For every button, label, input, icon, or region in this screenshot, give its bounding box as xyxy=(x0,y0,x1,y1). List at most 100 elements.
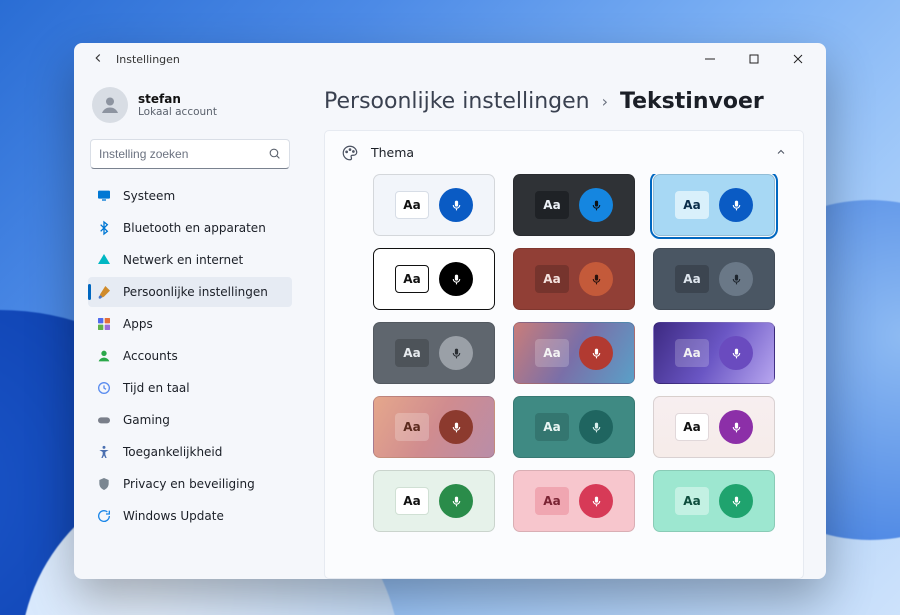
sidebar-item-label: Apps xyxy=(123,317,153,331)
sidebar-item-privacy[interactable]: Privacy en beveiliging xyxy=(88,469,292,499)
theme-swatch-11[interactable]: Aa xyxy=(653,396,775,458)
breadcrumb-current: Tekstinvoer xyxy=(620,89,764,114)
bluetooth-icon xyxy=(96,220,112,236)
theme-swatch-14[interactable]: Aa xyxy=(653,470,775,532)
theme-section-title: Thema xyxy=(371,145,763,160)
mic-icon xyxy=(719,410,753,444)
sidebar-item-label: Privacy en beveiliging xyxy=(123,477,255,491)
sidebar-item-netwerk[interactable]: Netwerk en internet xyxy=(88,245,292,275)
search-box[interactable] xyxy=(90,139,290,169)
settings-window: Instellingen stefan Lokaal account xyxy=(74,43,826,579)
user-subtitle: Lokaal account xyxy=(138,106,217,118)
mic-icon xyxy=(439,262,473,296)
breadcrumb: Persoonlijke instellingen › Tekstinvoer xyxy=(324,89,804,114)
user-profile[interactable]: stefan Lokaal account xyxy=(88,81,292,137)
mic-icon xyxy=(719,262,753,296)
minimize-button[interactable] xyxy=(688,45,732,73)
sidebar-item-apps[interactable]: Apps xyxy=(88,309,292,339)
mic-icon xyxy=(719,484,753,518)
theme-swatch-8[interactable]: Aa xyxy=(653,322,775,384)
sidebar-item-gaming[interactable]: Gaming xyxy=(88,405,292,435)
sidebar-item-tijd[interactable]: Tijd en taal xyxy=(88,373,292,403)
sidebar-item-label: Tijd en taal xyxy=(123,381,190,395)
sidebar-item-label: Toegankelijkheid xyxy=(123,445,222,459)
sidebar-item-label: Gaming xyxy=(123,413,170,427)
mic-icon xyxy=(579,410,613,444)
mic-icon xyxy=(719,336,753,370)
sidebar-item-label: Netwerk en internet xyxy=(123,253,243,267)
aa-chip: Aa xyxy=(535,265,569,293)
back-button[interactable] xyxy=(84,51,112,68)
sidebar-item-update[interactable]: Windows Update xyxy=(88,501,292,531)
aa-chip: Aa xyxy=(535,487,569,515)
theme-swatch-1[interactable]: Aa xyxy=(513,174,635,236)
aa-chip: Aa xyxy=(535,191,569,219)
chevron-up-icon xyxy=(775,143,787,162)
aa-chip: Aa xyxy=(675,339,709,367)
aa-chip: Aa xyxy=(675,487,709,515)
mic-icon xyxy=(439,188,473,222)
sidebar: stefan Lokaal account Systeem Bluetooth e… xyxy=(74,75,302,579)
sidebar-item-label: Persoonlijke instellingen xyxy=(123,285,268,299)
user-name: stefan xyxy=(138,92,217,106)
mic-icon xyxy=(579,484,613,518)
aa-chip: Aa xyxy=(675,413,709,441)
theme-swatch-3[interactable]: Aa xyxy=(373,248,495,310)
clock-icon xyxy=(96,380,112,396)
theme-section: Thema Aa Aa Aa Aa Aa Aa Aa Aa Aa Aa Aa Aa Aa Aa Aa xyxy=(324,130,804,579)
theme-swatch-10[interactable]: Aa xyxy=(513,396,635,458)
apps-icon xyxy=(96,316,112,332)
update-icon xyxy=(96,508,112,524)
mic-icon xyxy=(719,188,753,222)
aa-chip: Aa xyxy=(395,339,429,367)
mic-icon xyxy=(579,262,613,296)
sidebar-item-label: Systeem xyxy=(123,189,175,203)
aa-chip: Aa xyxy=(395,413,429,441)
breadcrumb-parent[interactable]: Persoonlijke instellingen xyxy=(324,89,590,114)
avatar-icon xyxy=(92,87,128,123)
main-content: Persoonlijke instellingen › Tekstinvoer … xyxy=(302,75,826,579)
theme-swatch-4[interactable]: Aa xyxy=(513,248,635,310)
access-icon xyxy=(96,444,112,460)
sidebar-item-label: Accounts xyxy=(123,349,178,363)
close-button[interactable] xyxy=(776,45,820,73)
brush-icon xyxy=(96,284,112,300)
maximize-button[interactable] xyxy=(732,45,776,73)
mic-icon xyxy=(439,410,473,444)
shield-icon xyxy=(96,476,112,492)
theme-swatch-12[interactable]: Aa xyxy=(373,470,495,532)
sidebar-item-label: Bluetooth en apparaten xyxy=(123,221,266,235)
person-icon xyxy=(96,348,112,364)
theme-grid: Aa Aa Aa Aa Aa Aa Aa Aa Aa Aa Aa Aa Aa Aa Aa xyxy=(325,174,803,578)
sidebar-item-systeem[interactable]: Systeem xyxy=(88,181,292,211)
theme-swatch-5[interactable]: Aa xyxy=(653,248,775,310)
search-input[interactable] xyxy=(99,147,268,161)
theme-swatch-2[interactable]: Aa xyxy=(653,174,775,236)
sidebar-item-toegang[interactable]: Toegankelijkheid xyxy=(88,437,292,467)
display-icon xyxy=(96,188,112,204)
theme-swatch-9[interactable]: Aa xyxy=(373,396,495,458)
mic-icon xyxy=(439,484,473,518)
wifi-icon xyxy=(96,252,112,268)
theme-swatch-13[interactable]: Aa xyxy=(513,470,635,532)
aa-chip: Aa xyxy=(535,413,569,441)
sidebar-item-accounts[interactable]: Accounts xyxy=(88,341,292,371)
nav-list: Systeem Bluetooth en apparaten Netwerk en … xyxy=(88,181,292,531)
window-title: Instellingen xyxy=(116,53,180,66)
aa-chip: Aa xyxy=(395,265,429,293)
titlebar: Instellingen xyxy=(74,43,826,75)
aa-chip: Aa xyxy=(675,265,709,293)
theme-swatch-6[interactable]: Aa xyxy=(373,322,495,384)
palette-icon xyxy=(341,144,359,162)
mic-icon xyxy=(579,336,613,370)
theme-section-header[interactable]: Thema xyxy=(325,131,803,174)
aa-chip: Aa xyxy=(675,191,709,219)
sidebar-item-persoonlijke[interactable]: Persoonlijke instellingen xyxy=(88,277,292,307)
theme-swatch-0[interactable]: Aa xyxy=(373,174,495,236)
sidebar-item-label: Windows Update xyxy=(123,509,224,523)
theme-swatch-7[interactable]: Aa xyxy=(513,322,635,384)
aa-chip: Aa xyxy=(535,339,569,367)
sidebar-item-bluetooth[interactable]: Bluetooth en apparaten xyxy=(88,213,292,243)
gaming-icon xyxy=(96,412,112,428)
search-icon xyxy=(268,145,281,164)
